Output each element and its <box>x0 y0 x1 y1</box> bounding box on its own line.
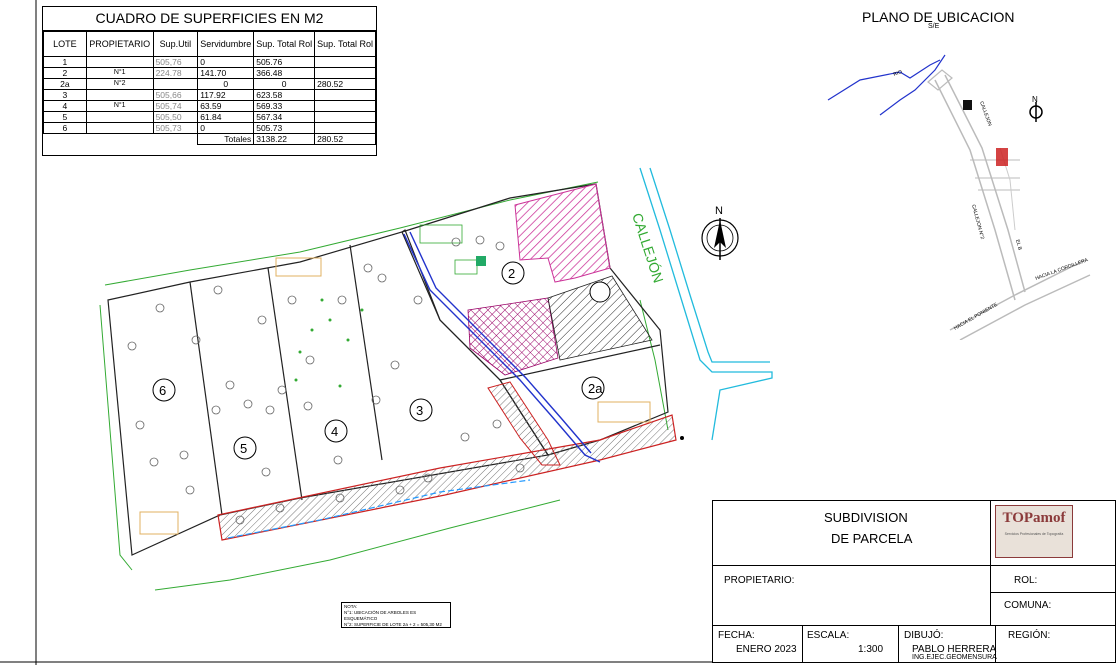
fecha-label: FECHA: <box>718 630 755 641</box>
lot-5-label: 5 <box>240 441 247 456</box>
escala-label: ESCALA: <box>807 630 850 641</box>
fecha-value: ENERO 2023 <box>736 644 797 655</box>
shrubs-group <box>294 298 364 388</box>
easement-diagonal <box>487 381 561 466</box>
cross-hatch-area <box>467 297 559 376</box>
easement-strip <box>217 414 677 541</box>
escala-value: 1:300 <box>858 644 884 655</box>
title-heading-1: SUBDIVISION <box>824 510 908 525</box>
lot-divider-4-5 <box>267 267 303 501</box>
lot-3-label: 3 <box>416 403 423 418</box>
lot-divider-5-6 <box>189 281 223 516</box>
north-label: N <box>715 205 723 217</box>
note-line-2: N°2: SUPERFICIE DE LOTE 2a + 2 = 505,30 … <box>344 622 442 627</box>
comuna-label: COMUNA: <box>1004 600 1052 611</box>
lot-1-hatch <box>514 183 611 283</box>
propietario-label: PROPIETARIO: <box>724 575 795 586</box>
note-line-1: N°1: UBICACIÓN DE ARBOLES ES ESQUEMÁTICO <box>344 610 417 621</box>
lot-4-label: 4 <box>331 424 338 439</box>
lot-6-label: 6 <box>159 383 166 398</box>
logo-subtitle: Servicios Profesionales de Topografía <box>1004 532 1064 536</box>
logo-text: TOPamof <box>1002 510 1066 526</box>
lot-2-label: 2a <box>588 381 603 396</box>
title-heading-2: DE PARCELA <box>831 531 913 546</box>
callejon-road-line <box>639 167 773 441</box>
note-box: NOTA: N°1: UBICACIÓN DE ARBOLES ES ESQUE… <box>341 602 451 628</box>
region-label: REGIÓN: <box>1008 630 1051 641</box>
callejon-label: CALLEJÓN <box>629 211 667 285</box>
lot-divider-3-4 <box>349 244 383 461</box>
dibujo-label: DIBUJÓ: <box>904 630 944 641</box>
dibujo-title: ING.EJEC.GEOMENSURA <box>912 654 997 661</box>
company-logo: TOPamof Servicios Profesionales de Topog… <box>995 505 1073 558</box>
lot-1-label: 2 <box>508 266 515 281</box>
rol-label: ROL: <box>1014 575 1038 586</box>
